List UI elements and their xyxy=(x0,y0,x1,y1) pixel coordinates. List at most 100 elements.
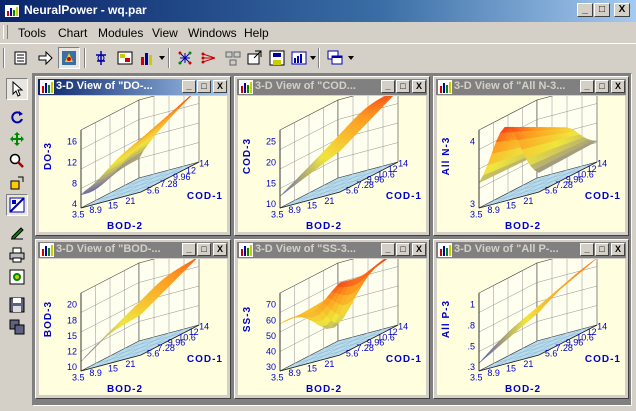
chart-close-button[interactable]: X xyxy=(412,80,426,93)
chart-window-title-bar[interactable]: 3-D View of "BOD-... _ □ X xyxy=(38,242,228,258)
zoom-icon[interactable] xyxy=(6,150,28,172)
main-toolbar xyxy=(0,43,636,72)
model-icon[interactable] xyxy=(58,47,80,69)
plot-area[interactable]: 4 3 3.5 8.9 15 21 14 12 10.6 9.96 7.28 5.6 All N-3 BO… xyxy=(437,96,625,232)
pointer-icon[interactable] xyxy=(6,78,28,100)
chart-maximize-button[interactable]: □ xyxy=(197,80,211,93)
chart-close-button[interactable]: X xyxy=(611,243,625,256)
chart-minimize-button[interactable]: _ xyxy=(182,80,196,93)
bar-chart-icon[interactable] xyxy=(136,47,158,69)
export-icon[interactable] xyxy=(244,47,266,69)
z-tick-label: 30 xyxy=(266,362,276,372)
menu-chart[interactable]: Chart xyxy=(58,26,87,40)
plot-area[interactable]: 16 12 8 4 3.5 8.9 15 21 14 12 9.96 7.28 5.6 DO-3 BOD-2… xyxy=(39,96,227,232)
chart-close-button[interactable]: X xyxy=(611,80,625,93)
chart-minimize-button[interactable]: _ xyxy=(381,80,395,93)
plot-area[interactable]: 1.8.5.3 3.5 8.9 15 21 14 12 10.6 9.96 7.28 5.6 All … xyxy=(437,259,625,395)
chart-window-title-bar[interactable]: 3-D View of "DO-... _ □ X xyxy=(38,79,228,95)
y-tick-label: 7.28 xyxy=(356,343,374,353)
x-tick-label: 8.9 xyxy=(89,205,102,215)
chart-window-title-bar[interactable]: 3-D View of "All P-... _ □ X xyxy=(436,242,626,258)
chart-dropdown-icon[interactable] xyxy=(288,47,310,69)
resize-icon[interactable] xyxy=(6,172,28,194)
chart-window-title-bar[interactable]: 3-D View of "SS-3... _ □ X xyxy=(237,242,427,258)
minimize-button[interactable]: _ xyxy=(577,3,593,17)
chart-window[interactable]: 3-D View of "COD... _ □ X 25 20 15 10 3.5 8.9 15 21… xyxy=(234,76,430,236)
chart-maximize-button[interactable]: □ xyxy=(396,80,410,93)
close-button[interactable]: X xyxy=(614,3,630,17)
print-icon[interactable] xyxy=(6,244,28,266)
chart-close-button[interactable]: X xyxy=(213,80,227,93)
chart-window-icon[interactable] xyxy=(239,80,253,94)
chart-maximize-button[interactable]: □ xyxy=(396,243,410,256)
x-tick-label: 15 xyxy=(506,363,516,373)
chart-window-title: 3-D View of "DO-... xyxy=(56,80,153,92)
surface-plot[interactable]: 1612843.5 8.9 15 2114129.967.285.6DO-3BOD-2… xyxy=(39,96,227,232)
menu-windows[interactable]: Windows xyxy=(188,26,237,40)
z-tick-label: 8 xyxy=(72,178,77,188)
save-chart-icon[interactable] xyxy=(266,47,288,69)
menu-view[interactable]: View xyxy=(152,26,178,40)
chart-maximize-button[interactable]: □ xyxy=(595,80,609,93)
network-layout-icon[interactable] xyxy=(222,47,244,69)
chart-window[interactable]: 3-D View of "BOD-... _ □ X 20 18 15 12 10 3.5 8.9 1… xyxy=(35,239,231,399)
x-tick-label: 15 xyxy=(108,200,118,210)
move-icon[interactable] xyxy=(6,128,28,150)
forward-arrow-icon[interactable] xyxy=(34,47,56,69)
table-icon[interactable] xyxy=(114,47,136,69)
edit-icon[interactable] xyxy=(6,222,28,244)
rotate-icon[interactable] xyxy=(6,106,28,128)
menu-grip[interactable] xyxy=(3,25,8,39)
app-icon[interactable] xyxy=(4,3,20,19)
chart-type-dropdown-arrow[interactable] xyxy=(159,56,165,60)
chart-window[interactable]: 3-D View of "All N-3... _ □ X 4 3 3.5 8.9 15 21 14… xyxy=(433,76,629,236)
menu-help[interactable]: Help xyxy=(244,26,269,40)
network-icon[interactable] xyxy=(174,47,196,69)
open-icon[interactable] xyxy=(10,47,32,69)
chart-close-button[interactable]: X xyxy=(213,243,227,256)
chart-window-title-bar[interactable]: 3-D View of "All N-3... _ □ X xyxy=(436,79,626,95)
chart-window-icon[interactable] xyxy=(239,243,253,257)
plot-area[interactable]: 20 18 15 12 10 3.5 8.9 15 21 14 12 10.6 9.96 7.28 5.6 B… xyxy=(39,259,227,395)
chart-window[interactable]: 3-D View of "SS-3... _ □ X 70 60 50 40 30 3.5 8.9 1… xyxy=(234,239,430,399)
z-axis-label: DO-3 xyxy=(43,142,54,170)
chart-window[interactable]: 3-D View of "DO-... _ □ X 16 12 8 4 3.5 8.9 15 21 14… xyxy=(35,76,231,236)
chart-minimize-button[interactable]: _ xyxy=(381,243,395,256)
surface-plot[interactable]: 20181512103.5 8.9 15 21141210.69.967.285.6B… xyxy=(39,259,227,395)
plot-area[interactable]: 25 20 15 10 3.5 8.9 15 21 14 12 10.6 9.96 7.28 5.6 COD… xyxy=(238,96,426,232)
chart-window-icon[interactable] xyxy=(40,80,54,94)
weights-icon[interactable] xyxy=(198,47,220,69)
menu-modules[interactable]: Modules xyxy=(98,26,143,40)
chart-minimize-button[interactable]: _ xyxy=(182,243,196,256)
chart-maximize-button[interactable]: □ xyxy=(595,243,609,256)
z-tick-label: 12 xyxy=(67,347,77,357)
y-axis-label: COD-1 xyxy=(386,354,422,365)
z-tick-label: 25 xyxy=(266,137,276,147)
settings-icon[interactable] xyxy=(6,266,28,288)
view-toggle-icon[interactable] xyxy=(6,194,28,216)
chart-window-icon[interactable] xyxy=(438,243,452,257)
app-title-bar[interactable]: NeuralPower - wq.par _ □ X xyxy=(0,0,636,22)
chart-maximize-button[interactable]: □ xyxy=(197,243,211,256)
chart-minimize-button[interactable]: _ xyxy=(580,243,594,256)
plot-area[interactable]: 70 60 50 40 30 3.5 8.9 15 21 14 12 10.6 9.96 7.28 5.6 S… xyxy=(238,259,426,395)
chart-minimize-button[interactable]: _ xyxy=(580,80,594,93)
surface-plot[interactable]: 1.8.5.33.5 8.9 15 21141210.69.967.285.6All … xyxy=(437,259,625,395)
menu-tools[interactable]: Tools xyxy=(18,26,46,40)
window-layout-dropdown-arrow[interactable] xyxy=(348,56,354,60)
surface-plot[interactable]: 252015103.5 8.9 15 21141210.69.967.285.6COD… xyxy=(238,96,426,232)
chart-window-icon[interactable] xyxy=(438,80,452,94)
window-layout-icon[interactable] xyxy=(324,47,346,69)
save-icon[interactable] xyxy=(6,294,28,316)
surface-plot[interactable]: 70605040303.5 8.9 15 21141210.69.967.285.6S… xyxy=(238,259,426,395)
chart-window-icon[interactable] xyxy=(40,243,54,257)
chart-window-title-bar[interactable]: 3-D View of "COD... _ □ X xyxy=(237,79,427,95)
maximize-button[interactable]: □ xyxy=(594,3,610,17)
chart-close-button[interactable]: X xyxy=(412,243,426,256)
chart-window[interactable]: 3-D View of "All P-... _ □ X 1 .8 .5 .3 3.5 8.9 15… xyxy=(433,239,629,399)
chart-dropdown-arrow[interactable] xyxy=(310,56,316,60)
surface-plot[interactable]: 433.5 8.9 15 21141210.69.967.285.6All N-3BO… xyxy=(437,96,625,232)
train-icon[interactable] xyxy=(90,47,112,69)
copy-icon[interactable] xyxy=(6,316,28,338)
axis-walls xyxy=(478,259,598,372)
